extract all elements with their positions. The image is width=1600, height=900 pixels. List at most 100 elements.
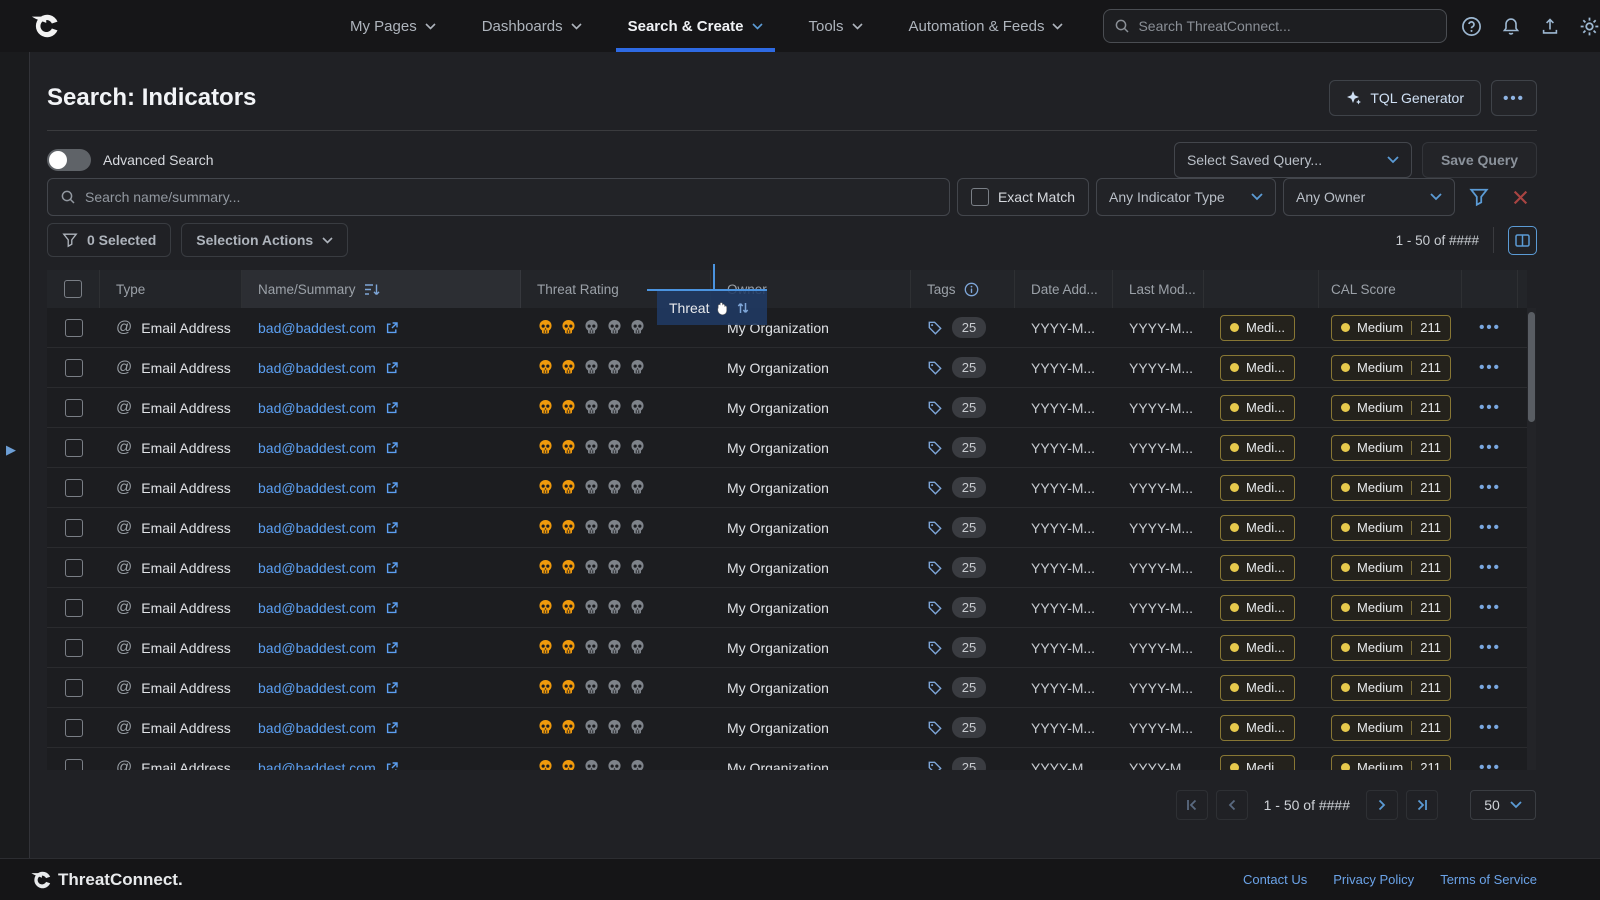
- scrollbar-thumb[interactable]: [1528, 312, 1535, 422]
- col-header-date-added[interactable]: Date Add...: [1015, 270, 1113, 308]
- nav-my-pages[interactable]: My Pages: [350, 0, 436, 52]
- indicator-link[interactable]: bad@baddest.com: [258, 680, 376, 696]
- external-link-icon[interactable]: [385, 681, 399, 695]
- external-link-icon[interactable]: [385, 761, 399, 771]
- sort-descending-icon[interactable]: [364, 283, 381, 296]
- tag-count-badge[interactable]: 25: [952, 437, 986, 458]
- tag-count-badge[interactable]: 25: [952, 557, 986, 578]
- tag-count-badge[interactable]: 25: [952, 757, 986, 770]
- row-checkbox[interactable]: [65, 759, 83, 771]
- indicator-link[interactable]: bad@baddest.com: [258, 640, 376, 656]
- indicator-link[interactable]: bad@baddest.com: [258, 560, 376, 576]
- external-link-icon[interactable]: [385, 721, 399, 735]
- external-link-icon[interactable]: [385, 561, 399, 575]
- external-link-icon[interactable]: [385, 481, 399, 495]
- row-menu-button[interactable]: •••: [1479, 759, 1501, 770]
- col-header-type[interactable]: Type: [100, 270, 242, 308]
- first-page-button[interactable]: [1176, 790, 1208, 820]
- footer-link-privacy-policy[interactable]: Privacy Policy: [1333, 872, 1414, 887]
- indicator-link[interactable]: bad@baddest.com: [258, 400, 376, 416]
- page-size-select[interactable]: 50: [1470, 790, 1536, 820]
- external-link-icon[interactable]: [385, 521, 399, 535]
- row-menu-button[interactable]: •••: [1479, 359, 1501, 376]
- tag-count-badge[interactable]: 25: [952, 477, 986, 498]
- row-menu-button[interactable]: •••: [1479, 639, 1501, 656]
- indicator-link[interactable]: bad@baddest.com: [258, 760, 376, 771]
- row-menu-button[interactable]: •••: [1479, 479, 1501, 496]
- row-menu-button[interactable]: •••: [1479, 319, 1501, 336]
- select-all-checkbox[interactable]: [64, 280, 82, 298]
- info-icon[interactable]: [964, 282, 979, 297]
- saved-query-select[interactable]: Select Saved Query...: [1174, 142, 1412, 178]
- tag-count-badge[interactable]: 25: [952, 397, 986, 418]
- row-checkbox[interactable]: [65, 679, 83, 697]
- global-search-input[interactable]: [1138, 18, 1436, 34]
- expand-sidebar-icon[interactable]: ▶: [6, 442, 16, 458]
- export-upload-icon[interactable]: [1540, 16, 1560, 37]
- row-checkbox[interactable]: [65, 439, 83, 457]
- indicator-type-select[interactable]: Any Indicator Type: [1096, 178, 1276, 216]
- col-header-name-summary[interactable]: Name/Summary: [242, 270, 521, 308]
- indicator-link[interactable]: bad@baddest.com: [258, 440, 376, 456]
- row-checkbox[interactable]: [65, 479, 83, 497]
- tag-count-badge[interactable]: 25: [952, 717, 986, 738]
- col-header-last-modified[interactable]: Last Mod...: [1113, 270, 1204, 308]
- tag-count-badge[interactable]: 25: [952, 637, 986, 658]
- row-checkbox[interactable]: [65, 319, 83, 337]
- footer-link-contact-us[interactable]: Contact Us: [1243, 872, 1307, 887]
- col-header-cal-score[interactable]: CAL Score: [1319, 270, 1462, 308]
- external-link-icon[interactable]: [385, 641, 399, 655]
- tag-count-badge[interactable]: 25: [952, 677, 986, 698]
- row-menu-button[interactable]: •••: [1479, 719, 1501, 736]
- row-checkbox[interactable]: [65, 359, 83, 377]
- tag-count-badge[interactable]: 25: [952, 517, 986, 538]
- indicator-link[interactable]: bad@baddest.com: [258, 720, 376, 736]
- footer-link-terms-of-service[interactable]: Terms of Service: [1440, 872, 1537, 887]
- nav-search-create[interactable]: Search & Create: [628, 0, 763, 52]
- row-menu-button[interactable]: •••: [1479, 559, 1501, 576]
- row-checkbox[interactable]: [65, 519, 83, 537]
- indicator-link[interactable]: bad@baddest.com: [258, 600, 376, 616]
- help-icon[interactable]: [1461, 16, 1482, 37]
- owner-select[interactable]: Any Owner: [1283, 178, 1455, 216]
- indicator-link[interactable]: bad@baddest.com: [258, 360, 376, 376]
- tql-generator-button[interactable]: TQL Generator: [1329, 80, 1481, 116]
- last-page-button[interactable]: [1406, 790, 1438, 820]
- external-link-icon[interactable]: [385, 361, 399, 375]
- tag-count-badge[interactable]: 25: [952, 597, 986, 618]
- tag-count-badge[interactable]: 25: [952, 357, 986, 378]
- table-scrollbar[interactable]: [1527, 308, 1536, 770]
- row-menu-button[interactable]: •••: [1479, 399, 1501, 416]
- previous-page-button[interactable]: [1216, 790, 1248, 820]
- row-checkbox[interactable]: [65, 399, 83, 417]
- clear-filters-icon[interactable]: [1503, 178, 1537, 216]
- selection-actions-button[interactable]: Selection Actions: [181, 223, 348, 257]
- selected-count-button[interactable]: 0 Selected: [47, 223, 171, 257]
- exact-match-checkbox[interactable]: [971, 188, 989, 206]
- row-checkbox[interactable]: [65, 719, 83, 737]
- notifications-bell-icon[interactable]: [1501, 16, 1521, 37]
- indicator-link[interactable]: bad@baddest.com: [258, 520, 376, 536]
- col-header-score[interactable]: [1204, 270, 1319, 308]
- next-page-button[interactable]: [1366, 790, 1398, 820]
- threatconnect-logo-icon[interactable]: [30, 11, 60, 41]
- tag-count-badge[interactable]: 25: [952, 317, 986, 338]
- indicator-link[interactable]: bad@baddest.com: [258, 320, 376, 336]
- external-link-icon[interactable]: [385, 441, 399, 455]
- filter-funnel-button[interactable]: [1462, 178, 1496, 216]
- col-header-tags[interactable]: Tags: [911, 270, 1015, 308]
- nav-dashboards[interactable]: Dashboards: [482, 0, 582, 52]
- external-link-icon[interactable]: [385, 321, 399, 335]
- nav-automation-feeds[interactable]: Automation & Feeds: [909, 0, 1064, 52]
- nav-tools[interactable]: Tools: [809, 0, 863, 52]
- page-more-actions-button[interactable]: •••: [1491, 80, 1537, 116]
- save-query-button[interactable]: Save Query: [1422, 142, 1537, 178]
- external-link-icon[interactable]: [385, 401, 399, 415]
- row-checkbox[interactable]: [65, 639, 83, 657]
- indicator-link[interactable]: bad@baddest.com: [258, 480, 376, 496]
- external-link-icon[interactable]: [385, 601, 399, 615]
- settings-gear-icon[interactable]: [1579, 16, 1600, 37]
- advanced-search-toggle[interactable]: [47, 149, 91, 171]
- split-view-toggle-icon[interactable]: [1508, 226, 1537, 255]
- row-menu-button[interactable]: •••: [1479, 439, 1501, 456]
